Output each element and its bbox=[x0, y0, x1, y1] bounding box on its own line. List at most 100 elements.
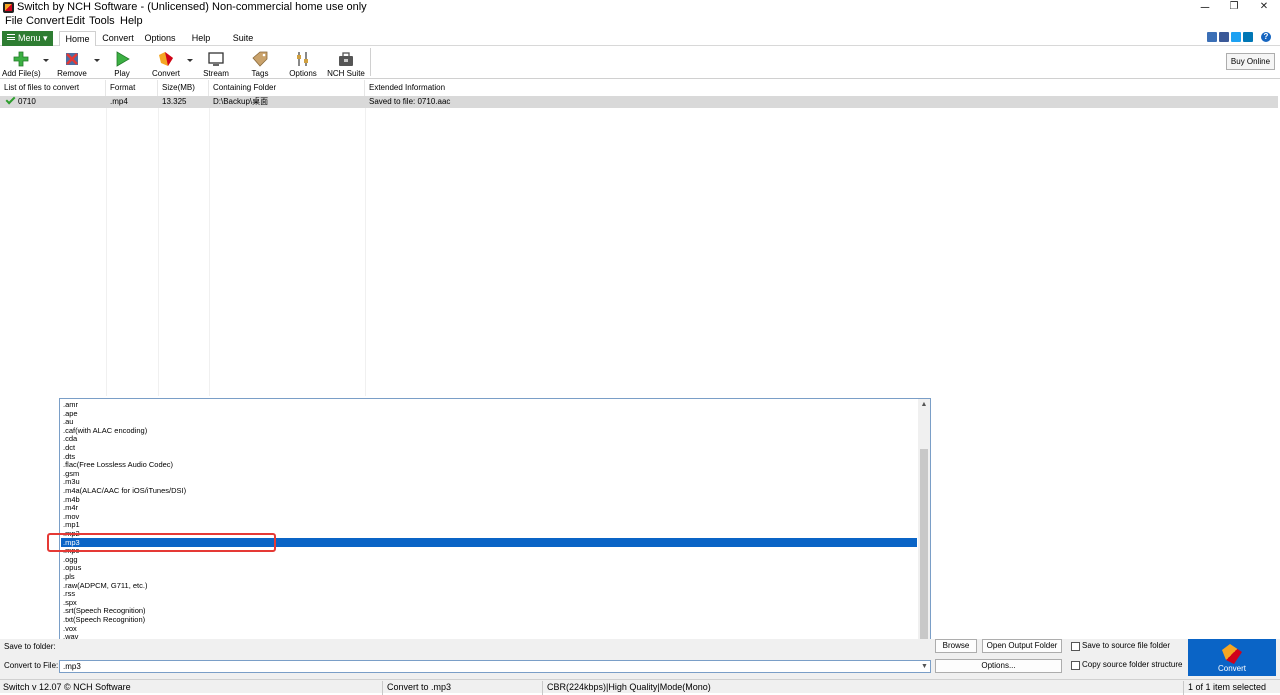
help-icon[interactable]: ? bbox=[1261, 32, 1271, 42]
column-header-files[interactable]: List of files to convert bbox=[0, 80, 106, 96]
close-button[interactable]: ✕ bbox=[1249, 0, 1279, 15]
tab-options[interactable]: Options bbox=[141, 31, 179, 47]
format-option[interactable]: .m4a(ALAC/AAC for iOS/iTunes/DSI) bbox=[63, 486, 186, 495]
menu-bar: File Convert Edit Tools Help bbox=[0, 15, 1280, 29]
tab-suite[interactable]: Suite bbox=[228, 31, 258, 47]
file-info-cell: Saved to file: 0710.aac bbox=[369, 97, 451, 106]
convert-icon bbox=[159, 52, 173, 66]
convert-icon bbox=[1222, 644, 1242, 664]
copy-structure-checkbox[interactable] bbox=[1071, 661, 1080, 670]
buy-online-button[interactable]: Buy Online bbox=[1226, 53, 1275, 70]
save-to-folder-label: Save to folder: bbox=[4, 642, 56, 651]
stream-button[interactable]: Stream bbox=[200, 48, 232, 78]
toolbar: Add File(s) Remove Play Convert Stream T… bbox=[0, 46, 1280, 79]
save-to-source-checkbox[interactable] bbox=[1071, 642, 1080, 651]
add-files-label: Add File(s) bbox=[2, 69, 41, 78]
tab-convert[interactable]: Convert bbox=[99, 31, 137, 47]
convert-format-value: .mp3 bbox=[63, 662, 81, 671]
menu-convert[interactable]: Convert bbox=[26, 15, 65, 28]
maximize-button[interactable]: ❐ bbox=[1219, 0, 1249, 15]
window-title: Switch by NCH Software - (Unlicensed) No… bbox=[17, 1, 367, 13]
app-logo-icon bbox=[3, 2, 14, 13]
add-files-icon bbox=[13, 51, 29, 67]
play-button[interactable]: Play bbox=[106, 48, 138, 78]
menu-edit[interactable]: Edit bbox=[66, 15, 85, 28]
status-bar: Switch v 12.07 © NCH Software Convert to… bbox=[0, 679, 1280, 695]
stream-label: Stream bbox=[203, 69, 229, 78]
convert-toolbar-label: Convert bbox=[151, 69, 180, 78]
checkmark-icon bbox=[5, 94, 16, 105]
scrollbar-thumb[interactable] bbox=[920, 449, 928, 645]
options-button[interactable]: Options bbox=[287, 48, 319, 78]
column-divider bbox=[209, 96, 210, 396]
thumbs-up-icon[interactable] bbox=[1207, 32, 1217, 42]
options-label: Options bbox=[289, 69, 317, 78]
file-name: 0710 bbox=[18, 97, 36, 106]
format-option[interactable]: .raw(ADPCM, G711, etc.) bbox=[63, 581, 147, 590]
file-name-cell: 0710 bbox=[2, 94, 106, 108]
open-output-folder-button[interactable]: Open Output Folder bbox=[982, 639, 1062, 653]
menu-file[interactable]: File bbox=[5, 15, 23, 28]
tab-home[interactable]: Home bbox=[59, 31, 96, 47]
linkedin-icon[interactable] bbox=[1243, 32, 1253, 42]
menu-tools[interactable]: Tools bbox=[89, 15, 115, 28]
file-format-cell: .mp4 bbox=[110, 97, 128, 106]
nch-suite-icon bbox=[339, 52, 353, 66]
convert-button-label: Convert bbox=[1217, 664, 1246, 673]
nch-suite-label: NCH Suite bbox=[327, 69, 365, 78]
format-option[interactable]: .flac(Free Lossless Audio Codec) bbox=[63, 460, 173, 469]
save-to-source-label: Save to source file folder bbox=[1082, 641, 1171, 650]
dropdown-scrollbar[interactable]: ▲ ▼ bbox=[918, 399, 930, 658]
convert-dropdown-icon[interactable] bbox=[187, 59, 193, 62]
column-header-format[interactable]: Format bbox=[106, 80, 158, 96]
add-files-button[interactable]: Add File(s) bbox=[2, 48, 41, 78]
file-folder-cell: D:\Backup\桌面 bbox=[213, 97, 269, 106]
menu-help[interactable]: Help bbox=[120, 15, 143, 28]
column-divider bbox=[365, 96, 366, 396]
output-settings-panel: Save to folder: Convert to File: Browse … bbox=[0, 639, 1280, 679]
menu-button[interactable]: Menu ▾ bbox=[2, 31, 53, 46]
file-size-cell: 13.325 bbox=[162, 97, 187, 106]
convert-button[interactable]: Convert bbox=[1188, 639, 1276, 676]
browse-button[interactable]: Browse bbox=[935, 639, 977, 653]
status-version: Switch v 12.07 © NCH Software bbox=[3, 682, 131, 692]
convert-toolbar-button[interactable]: Convert bbox=[148, 48, 184, 78]
column-header-size[interactable]: Size(MB) bbox=[158, 80, 209, 96]
selection-highlight-annotation bbox=[47, 533, 276, 552]
ribbon-tabs: Menu ▾ Home Convert Options Help Suite ? bbox=[0, 30, 1280, 47]
remove-dropdown-icon[interactable] bbox=[94, 59, 100, 62]
facebook-icon[interactable] bbox=[1219, 32, 1229, 42]
file-list-header: List of files to convert Format Size(MB)… bbox=[0, 80, 1280, 96]
column-header-info[interactable]: Extended Information bbox=[365, 80, 1278, 96]
convert-format-combobox[interactable]: .mp3 ▼ bbox=[59, 660, 931, 673]
play-label: Play bbox=[114, 69, 130, 78]
column-divider bbox=[158, 96, 159, 396]
remove-button[interactable]: Remove bbox=[54, 48, 90, 78]
add-files-dropdown-icon[interactable] bbox=[43, 59, 49, 62]
options-icon bbox=[297, 52, 308, 66]
hamburger-icon bbox=[7, 34, 15, 40]
tags-button[interactable]: Tags bbox=[244, 48, 276, 78]
play-icon bbox=[116, 51, 130, 67]
convert-to-file-label: Convert to File: bbox=[4, 661, 59, 670]
nch-suite-button[interactable]: NCH Suite bbox=[327, 48, 365, 78]
minimize-button[interactable]: ─ bbox=[1190, 0, 1220, 15]
options-dialog-button[interactable]: Options... bbox=[935, 659, 1062, 673]
column-divider bbox=[106, 96, 107, 396]
toolbar-separator bbox=[370, 48, 371, 76]
tab-help[interactable]: Help bbox=[185, 31, 217, 47]
column-header-folder[interactable]: Containing Folder bbox=[209, 80, 365, 96]
menu-button-label: Menu bbox=[18, 33, 41, 43]
tag-icon bbox=[252, 51, 268, 67]
scroll-up-icon[interactable]: ▲ bbox=[919, 400, 929, 410]
status-selection: 1 of 1 item selected bbox=[1188, 682, 1267, 692]
title-bar: Switch by NCH Software - (Unlicensed) No… bbox=[0, 0, 1280, 15]
remove-label: Remove bbox=[57, 69, 87, 78]
remove-icon bbox=[66, 53, 78, 65]
table-row[interactable]: 0710 .mp4 13.325 D:\Backup\桌面 Saved to f… bbox=[0, 94, 1278, 108]
status-quality: CBR(224kbps)|High Quality|Mode(Mono) bbox=[547, 682, 711, 692]
status-convert-to: Convert to .mp3 bbox=[387, 682, 452, 692]
chevron-down-icon[interactable]: ▼ bbox=[921, 663, 929, 671]
stream-icon bbox=[208, 52, 224, 66]
twitter-icon[interactable] bbox=[1231, 32, 1241, 42]
